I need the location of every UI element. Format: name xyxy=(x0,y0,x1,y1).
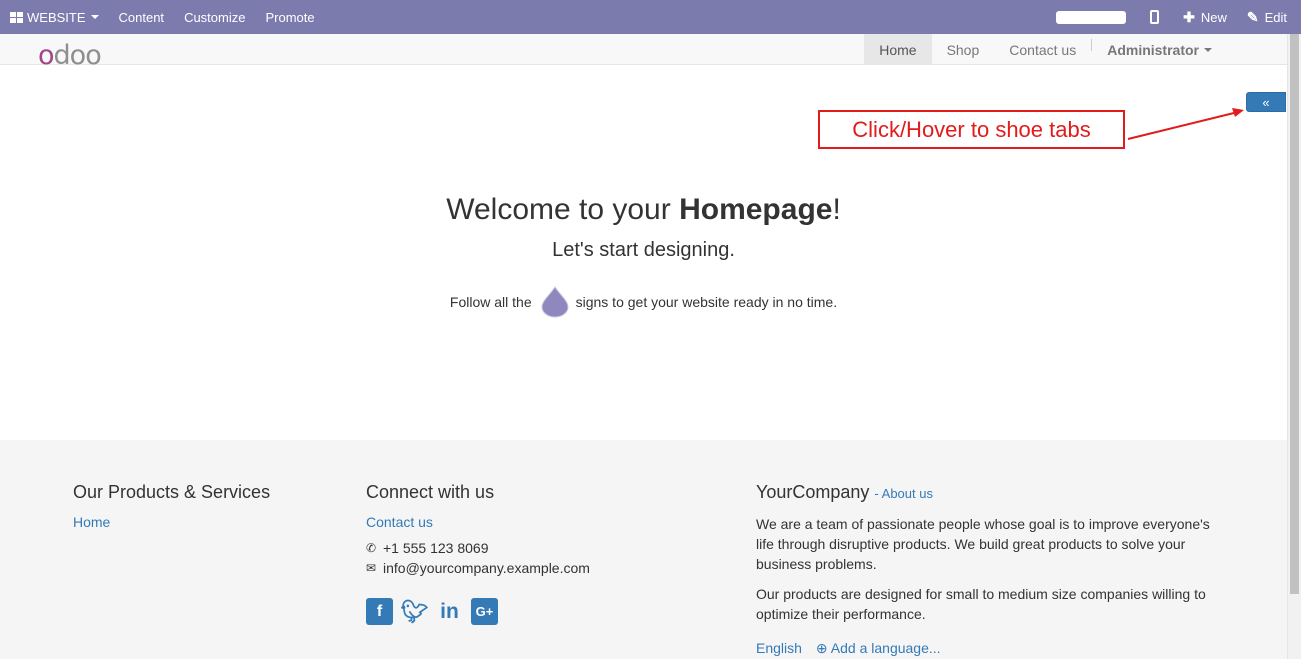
phone-icon: ✆ xyxy=(366,541,377,555)
site-header: odoo Home Shop Contact us Administrator xyxy=(0,34,1287,69)
nav-shop[interactable]: Shop xyxy=(932,34,995,65)
follow-hint: Follow all the signs to get your website… xyxy=(0,284,1287,320)
double-chevron-left-icon: « xyxy=(1262,94,1270,110)
language-selector: English ⊕ Add a language... xyxy=(756,640,1226,657)
apps-grid-icon xyxy=(10,11,23,23)
website-menu-label: WEBSITE xyxy=(27,9,86,25)
page-title: Welcome to your Homepage! xyxy=(446,193,841,226)
caret-down-icon xyxy=(90,15,99,19)
vertical-scrollbar[interactable] xyxy=(1287,34,1301,659)
new-button-label: New xyxy=(1200,9,1227,25)
annotation-arrow-icon xyxy=(1127,108,1244,140)
scrollbar-thumb[interactable] xyxy=(1290,34,1299,594)
email-line: ✉ info@yourcompany.example.com xyxy=(366,560,590,576)
footer-connect-title: Connect with us xyxy=(366,482,495,502)
show-tabs-toggle-button[interactable]: « xyxy=(1246,92,1286,112)
mobile-preview-icon[interactable] xyxy=(1150,10,1160,24)
administrator-menu[interactable]: Administrator xyxy=(1092,34,1227,65)
odoo-logo[interactable]: odoo xyxy=(38,42,102,69)
phone-number: +1 555 123 8069 xyxy=(383,540,489,556)
footer-company-column: YourCompany - About us We are a team of … xyxy=(756,482,1226,657)
social-links: f 🐦︎ in G+ xyxy=(366,598,590,625)
caret-down-icon xyxy=(1204,47,1212,52)
facebook-icon[interactable]: f xyxy=(366,598,393,625)
plus-circle-icon: ⊕ xyxy=(815,640,828,656)
plus-icon: ✚ xyxy=(1183,8,1195,25)
company-description-1: We are a team of passionate people whose… xyxy=(756,516,1210,572)
nav-home[interactable]: Home xyxy=(864,34,932,65)
follow-text-end: signs to get your website ready in no ti… xyxy=(575,294,838,310)
edit-button-label: Edit xyxy=(1264,9,1287,25)
search-input[interactable] xyxy=(1056,10,1127,24)
follow-text-start: Follow all the xyxy=(449,294,532,310)
footer-products-column: Our Products & Services Home xyxy=(73,482,270,530)
edit-button[interactable]: ✎ Edit xyxy=(1237,0,1301,34)
main-nav: Home Shop Contact us Administrator xyxy=(864,34,1227,65)
website-menu[interactable]: WEBSITE xyxy=(0,0,109,34)
phone-line: ✆ +1 555 123 8069 xyxy=(366,540,590,556)
hero-section: Welcome to your Homepage! Let's start de… xyxy=(0,190,1287,320)
footer-connect-column: Connect with us Contact us ✆ +1 555 123 … xyxy=(366,482,590,625)
annotation-text: Click/Hover to shoe tabs xyxy=(852,116,1091,142)
annotation-callout: Click/Hover to shoe tabs xyxy=(818,110,1125,149)
administrator-label: Administrator xyxy=(1107,41,1199,58)
nav-contact-us[interactable]: Contact us xyxy=(994,34,1091,65)
company-description-2: Our products are designed for small to m… xyxy=(756,586,1206,622)
admin-top-bar: WEBSITE Content Customize Promote ✚ New … xyxy=(0,0,1301,34)
footer-contact-link[interactable]: Contact us xyxy=(366,514,590,530)
google-plus-icon[interactable]: G+ xyxy=(471,598,498,625)
footer: Our Products & Services Home Connect wit… xyxy=(0,440,1287,659)
footer-company-title: YourCompany - About us xyxy=(756,482,933,502)
pencil-icon: ✎ xyxy=(1246,8,1259,25)
linkedin-icon[interactable]: in xyxy=(436,598,463,625)
footer-products-title: Our Products & Services xyxy=(73,482,271,502)
new-button[interactable]: ✚ New xyxy=(1173,0,1237,34)
page-subtitle: Let's start designing. xyxy=(552,239,735,261)
lang-english-link[interactable]: English xyxy=(756,640,802,657)
add-language-link[interactable]: ⊕ Add a language... xyxy=(816,640,941,657)
customize-menu[interactable]: Customize xyxy=(174,0,255,34)
twitter-icon[interactable]: 🐦︎ xyxy=(401,598,429,625)
promote-menu[interactable]: Promote xyxy=(255,0,324,34)
about-us-link[interactable]: - About us xyxy=(874,486,933,501)
drop-sign-icon xyxy=(541,286,569,318)
footer-home-link[interactable]: Home xyxy=(73,514,270,530)
envelope-icon: ✉ xyxy=(366,561,377,575)
content-menu[interactable]: Content xyxy=(109,0,175,34)
email-address: info@yourcompany.example.com xyxy=(383,560,590,576)
